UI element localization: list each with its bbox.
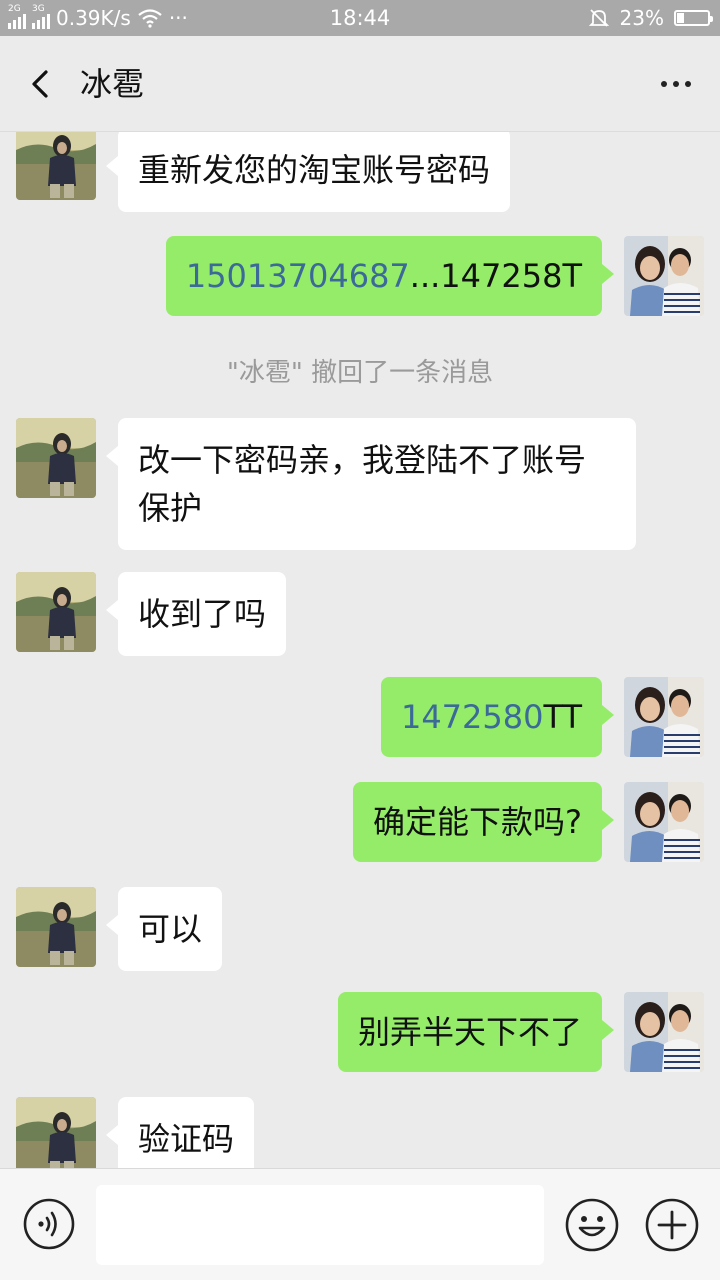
message-list[interactable]: 重新发您的淘宝账号密码 15013704687...147258T "冰雹" 撤… xyxy=(0,132,720,1168)
outgoing-bubble[interactable]: 15013704687...147258T xyxy=(165,236,615,316)
input-bar xyxy=(0,1168,720,1280)
message-row: 15013704687...147258T xyxy=(0,236,720,320)
message-input[interactable] xyxy=(96,1185,544,1265)
message-text: 确定能下款吗? xyxy=(373,803,582,841)
message-row: 可以 xyxy=(0,887,720,971)
more-options-icon[interactable] xyxy=(656,64,696,104)
message-text: 别弄半天下不了 xyxy=(357,1013,582,1051)
contact-avatar[interactable] xyxy=(16,1097,96,1168)
outgoing-bubble[interactable]: 1472580TT xyxy=(380,677,615,757)
contact-avatar[interactable] xyxy=(16,132,96,200)
message-row: 重新发您的淘宝账号密码 xyxy=(0,132,720,212)
my-avatar[interactable] xyxy=(624,782,704,862)
message-row: 别弄半天下不了 xyxy=(0,992,720,1074)
back-chevron-icon[interactable] xyxy=(22,64,62,104)
incoming-bubble[interactable]: 验证码 xyxy=(105,1097,255,1168)
my-avatar[interactable] xyxy=(624,677,704,757)
message-row: 1472580TT xyxy=(0,677,720,759)
contact-avatar[interactable] xyxy=(16,572,96,652)
recall-notice: "冰雹" 撤回了一条消息 xyxy=(226,358,494,388)
mute-icon xyxy=(588,9,609,27)
message-text: 可以 xyxy=(138,910,203,948)
message-text: 验证码 xyxy=(138,1120,235,1158)
message-text: TT xyxy=(543,698,582,736)
battery-percent: 23% xyxy=(619,6,664,30)
message-text: 改一下密码亲，我登陆不了账号保护 xyxy=(138,441,587,527)
message-text: 重新发您的淘宝账号密码 xyxy=(138,151,491,189)
message-text: ...147258T xyxy=(409,257,582,295)
incoming-bubble[interactable]: 可以 xyxy=(105,887,223,971)
outgoing-bubble[interactable]: 确定能下款吗? xyxy=(353,782,614,862)
phone-number-link[interactable]: 1472580 xyxy=(401,698,544,736)
status-right: 23% xyxy=(588,0,713,36)
status-bar: 2G 3G 0.39K/s ··· 18:44 23% xyxy=(0,0,720,36)
incoming-bubble[interactable]: 改一下密码亲，我登陆不了账号保护 xyxy=(106,418,636,550)
my-avatar[interactable] xyxy=(624,992,704,1072)
message-row: 确定能下款吗? xyxy=(0,782,720,864)
voice-icon[interactable] xyxy=(22,1197,76,1251)
chat-header: 冰雹 xyxy=(0,36,720,132)
outgoing-bubble[interactable]: 别弄半天下不了 xyxy=(337,992,615,1072)
battery-icon xyxy=(674,10,713,26)
emoji-icon[interactable] xyxy=(564,1197,620,1253)
contact-avatar[interactable] xyxy=(16,887,96,967)
contact-avatar[interactable] xyxy=(16,418,96,498)
message-row: 收到了吗 xyxy=(0,572,720,656)
plus-icon[interactable] xyxy=(644,1197,700,1253)
incoming-bubble[interactable]: 重新发您的淘宝账号密码 xyxy=(105,132,511,212)
message-row: 验证码 xyxy=(0,1097,720,1168)
my-avatar[interactable] xyxy=(624,236,704,316)
message-row: 改一下密码亲，我登陆不了账号保护 xyxy=(0,418,720,550)
chat-title: 冰雹 xyxy=(80,65,145,103)
message-text: 收到了吗 xyxy=(138,595,267,633)
phone-number-link[interactable]: 15013704687 xyxy=(186,257,410,295)
incoming-bubble[interactable]: 收到了吗 xyxy=(105,572,287,656)
